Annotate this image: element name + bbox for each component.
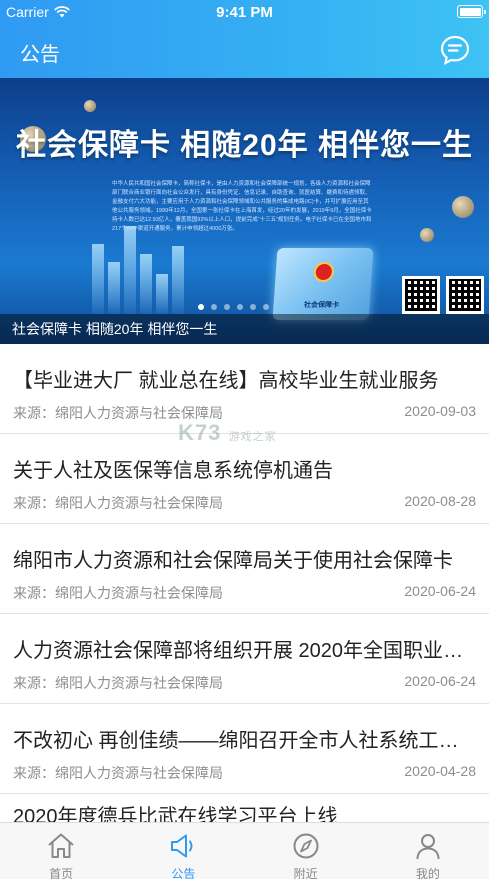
news-date: 2020-09-03 <box>404 403 476 419</box>
pager-dot[interactable] <box>237 304 243 310</box>
watermark-text: K73 <box>178 420 222 445</box>
news-date: 2020-04-28 <box>404 763 476 779</box>
banner-carousel[interactable]: 社会保障卡 相随20年 相伴您一生 中华人民共和国社会保障卡，简称社保卡，是由人… <box>0 78 489 344</box>
social-security-card-image: 社会保障卡 <box>272 248 374 320</box>
compass-icon <box>293 833 319 859</box>
news-date: 2020-06-24 <box>404 673 476 689</box>
carousel-pager[interactable] <box>198 304 269 310</box>
pager-dot[interactable] <box>263 304 269 310</box>
news-source: 来源：绵阳人力资源与社会保障局 <box>13 675 223 691</box>
news-title: 人力资源社会保障部将组织开展 2020年全国职业技能 <box>13 640 476 662</box>
chat-bubble-icon[interactable] <box>439 34 471 66</box>
news-title: 关于人社及医保等信息系统停机通告 <box>13 460 333 482</box>
decor-bar <box>172 246 184 314</box>
battery-icon <box>457 5 486 18</box>
news-title: 不改初心 再创佳绩——绵阳召开全市人社系统工作会 <box>13 730 476 752</box>
decor-sphere <box>84 100 96 112</box>
news-title: 【毕业进大厂 就业总在线】高校毕业生就业服务 <box>13 370 439 392</box>
list-item[interactable]: 不改初心 再创佳绩——绵阳召开全市人社系统工作会 来源：绵阳人力资源与社会保障局… <box>0 704 489 794</box>
banner-headline: 社会保障卡 相随20年 相伴您一生 <box>15 129 474 162</box>
tab-announcements[interactable]: 公告 <box>122 823 244 879</box>
decor-sphere <box>452 196 474 218</box>
tab-bar: 首页 公告 附近 我的 <box>0 822 489 879</box>
page-title: 公告 <box>20 44 60 66</box>
news-list: 【毕业进大厂 就业总在线】高校毕业生就业服务 来源：绵阳人力资源与社会保障局 2… <box>0 344 489 828</box>
pager-dot[interactable] <box>250 304 256 310</box>
watermark: K73 游戏之家 <box>178 420 276 446</box>
banner-body-text: 中华人民共和国社会保障卡，简称社保卡，是由人力资源和社会保障部统一规划，各级人力… <box>112 181 372 232</box>
pager-dot[interactable] <box>198 304 204 310</box>
news-source: 来源：绵阳人力资源与社会保障局 <box>13 765 223 781</box>
tab-label: 附近 <box>293 867 318 879</box>
tab-profile[interactable]: 我的 <box>367 823 489 879</box>
tab-label: 首页 <box>49 867 74 879</box>
pager-dot[interactable] <box>211 304 217 310</box>
national-emblem-icon <box>313 262 335 282</box>
news-title: 绵阳市人力资源和社会保障局关于使用社会保障卡 <box>13 550 453 572</box>
qr-code-icon <box>446 276 484 314</box>
clock: 9:41 PM <box>216 4 273 21</box>
decor-bar <box>108 262 120 314</box>
tab-nearby[interactable]: 附近 <box>245 823 367 879</box>
decor-bar <box>140 254 152 314</box>
user-icon <box>416 834 440 860</box>
news-date: 2020-06-24 <box>404 583 476 599</box>
watermark-subtext: 游戏之家 <box>228 431 277 443</box>
news-source: 来源：绵阳人力资源与社会保障局 <box>13 495 223 511</box>
qr-code-icon <box>402 276 440 314</box>
status-bar: Carrier 9:41 PM <box>0 0 489 24</box>
card-label: 社会保障卡 <box>303 302 340 309</box>
header: Carrier 9:41 PM 公告 <box>0 0 489 78</box>
pager-dot[interactable] <box>224 304 230 310</box>
list-item[interactable]: 绵阳市人力资源和社会保障局关于使用社会保障卡 来源：绵阳人力资源与社会保障局 2… <box>0 524 489 614</box>
news-date: 2020-08-28 <box>404 493 476 509</box>
decor-sphere <box>420 228 434 242</box>
tab-home[interactable]: 首页 <box>0 823 122 879</box>
banner-caption: 社会保障卡 相随20年 相伴您一生 <box>0 314 489 344</box>
list-item[interactable]: 2020年度德兵比武在线学习平台上线 <box>0 794 489 828</box>
megaphone-icon <box>171 834 193 858</box>
list-item[interactable]: 人力资源社会保障部将组织开展 2020年全国职业技能 来源：绵阳人力资源与社会保… <box>0 614 489 704</box>
news-source: 来源：绵阳人力资源与社会保障局 <box>13 585 223 601</box>
tab-label: 我的 <box>415 867 440 879</box>
decor-bar <box>92 244 104 314</box>
list-item[interactable]: 关于人社及医保等信息系统停机通告 来源：绵阳人力资源与社会保障局 2020-08… <box>0 434 489 524</box>
decor-bar <box>124 226 136 314</box>
home-icon <box>48 833 74 858</box>
tab-label: 公告 <box>171 867 196 879</box>
decor-bar <box>156 274 168 314</box>
